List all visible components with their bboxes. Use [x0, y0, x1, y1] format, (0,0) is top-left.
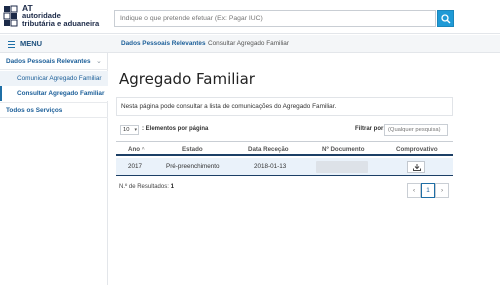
menu-label: MENU: [20, 39, 43, 48]
page-title: Agregado Familiar: [119, 70, 255, 88]
at-logo[interactable]: AT autoridade tributária e aduaneira: [3, 4, 103, 30]
results-count: N.º de Resultados: 1: [119, 184, 174, 190]
sort-asc-icon: ^: [141, 147, 145, 153]
page-size-label: : Elementos por página: [142, 126, 209, 132]
download-comprovativo-button[interactable]: [407, 161, 425, 173]
sidebar-item-consultar[interactable]: Consultar Agregado Familiar: [0, 86, 108, 101]
col-header-ano[interactable]: Ano ^: [128, 146, 145, 153]
col-header-n-documento[interactable]: Nº Documento: [322, 146, 364, 153]
cell-documento-redacted: [316, 161, 368, 173]
sidebar-item-label: Comunicar Agregado Familiar: [17, 74, 102, 82]
sidebar: MENU Dados Pessoais Relevantes ⌄ Comunic…: [0, 35, 108, 285]
pagination-page-1[interactable]: 1: [421, 183, 435, 198]
breadcrumb-separator-icon: ›: [199, 39, 202, 46]
cell-ano: 2017: [128, 163, 143, 170]
sidebar-item-label: Todos os Serviços: [6, 107, 63, 114]
caret-down-icon: ▾: [134, 127, 137, 133]
logo-text: AT autoridade tributária e aduaneira: [22, 4, 99, 28]
info-text: Nesta página pode consultar a lista de c…: [121, 103, 337, 110]
sidebar-item-todos-servicos[interactable]: Todos os Serviços: [0, 102, 108, 118]
cell-estado: Pré-preenchimento: [166, 163, 220, 170]
filter-label: Filtrar por:: [355, 126, 386, 132]
page-size-value: 10: [123, 127, 130, 133]
results-value: 1: [170, 184, 174, 190]
breadcrumb-current: Consultar Agregado Familiar: [208, 40, 289, 47]
filter-input[interactable]: [384, 124, 448, 136]
sidebar-group-label: Dados Pessoais Relevantes: [6, 58, 91, 65]
pagination-prev-button[interactable]: ‹: [407, 183, 421, 198]
search-input[interactable]: [114, 10, 436, 27]
info-box: Nesta página pode consultar a lista de c…: [116, 97, 453, 116]
col-header-ano-label: Ano: [128, 146, 141, 153]
sidebar-item-label: Consultar Agregado Familiar: [17, 89, 105, 97]
col-header-comprovativo[interactable]: Comprovativo: [396, 146, 438, 153]
pagination-next-button[interactable]: ›: [435, 183, 449, 198]
results-label: N.º de Resultados:: [119, 184, 169, 190]
search-icon: [441, 14, 451, 24]
top-bar: AT autoridade tributária e aduaneira: [0, 0, 500, 34]
logo-line-2: tributária e aduaneira: [22, 19, 100, 28]
search-button[interactable]: [437, 10, 454, 27]
cell-data: 2018-01-13: [254, 163, 287, 170]
sidebar-group-dados-pessoais[interactable]: Dados Pessoais Relevantes ⌄: [0, 54, 108, 70]
chevron-down-icon: ⌄: [96, 58, 102, 65]
col-header-estado[interactable]: Estado: [182, 146, 203, 153]
breadcrumb-parent-link[interactable]: Dados Pessoais Relevantes: [121, 40, 206, 47]
table-header: Ano ^ Estado Data Receção Nº Documento C…: [116, 141, 453, 156]
page-size-select[interactable]: 10 ▾: [120, 125, 139, 135]
hamburger-icon: [8, 41, 15, 49]
menu-toggle[interactable]: MENU: [0, 35, 108, 53]
table-row[interactable]: 2017 Pré-preenchimento 2018-01-13: [116, 158, 453, 176]
download-icon: [413, 164, 421, 171]
col-header-data-rececao[interactable]: Data Receção: [248, 146, 289, 153]
breadcrumb: Dados Pessoais Relevantes › Consultar Ag…: [108, 35, 500, 53]
sidebar-item-comunicar[interactable]: Comunicar Agregado Familiar: [0, 71, 108, 86]
at-logo-mark-icon: [3, 5, 18, 27]
